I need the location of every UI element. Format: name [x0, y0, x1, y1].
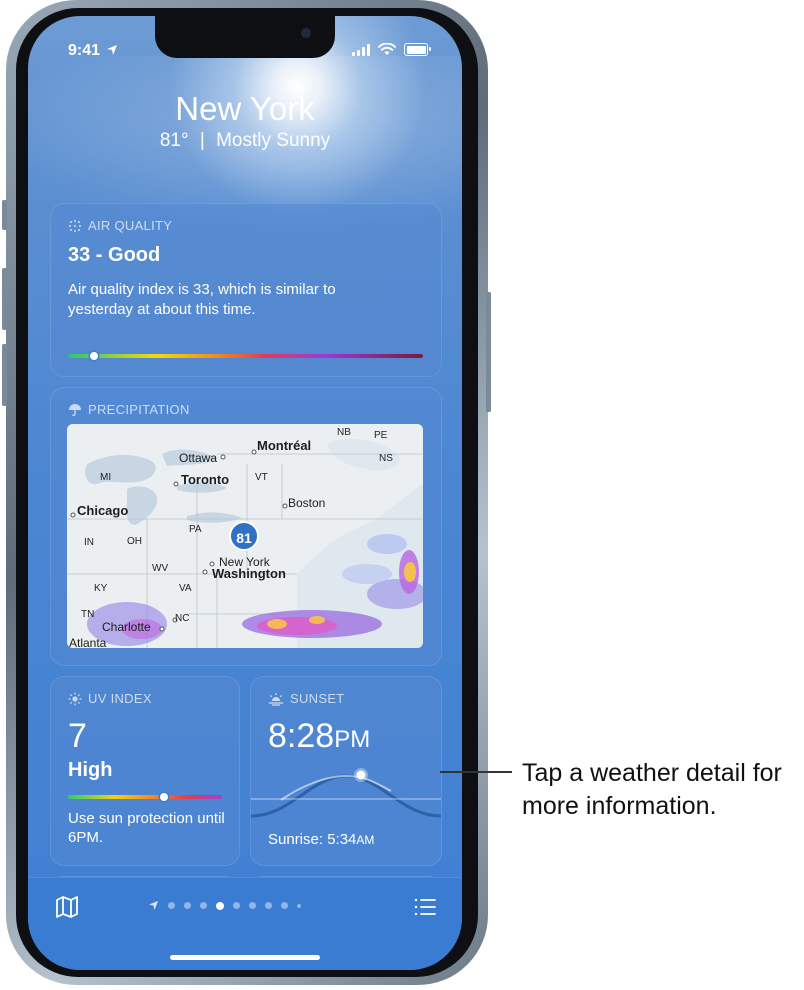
- sun-path-graph: [251, 768, 441, 818]
- map-label-montreal: Montréal: [257, 438, 312, 453]
- sunset-header: SUNSET: [268, 691, 345, 706]
- map-label-ns: NS: [379, 453, 393, 464]
- page-dot[interactable]: [200, 902, 207, 909]
- map-label-wv: WV: [152, 563, 169, 574]
- conditions-separator: |: [199, 130, 205, 151]
- page-dot[interactable]: [265, 902, 272, 909]
- sunset-icon: [269, 692, 283, 706]
- home-indicator[interactable]: [170, 955, 320, 960]
- page-dot[interactable]: [249, 902, 256, 909]
- bottom-toolbar: [28, 877, 462, 970]
- uv-index-value: 7: [68, 717, 87, 755]
- map-label-pa: PA: [189, 524, 202, 535]
- location-arrow-icon: [107, 45, 118, 55]
- status-time: 9:41: [68, 42, 118, 60]
- sunrise-meridiem: AM: [356, 833, 375, 847]
- current-conditions: 81° | Mostly Sunny: [28, 130, 462, 152]
- map-label-washington: Washington: [212, 566, 286, 581]
- air-quality-title: AIR QUALITY: [88, 218, 173, 233]
- page-dot[interactable]: [168, 902, 175, 909]
- air-quality-scale: [68, 352, 423, 360]
- map-label-vt: VT: [255, 472, 268, 483]
- air-quality-indicator: [90, 352, 98, 360]
- current-location-icon: [148, 900, 159, 911]
- sunset-meridiem: PM: [334, 726, 371, 753]
- page-dot[interactable]: [281, 902, 288, 909]
- notch: [155, 16, 335, 58]
- uv-index-description: Use sun protection until 6PM.: [68, 810, 225, 846]
- map-label-nc: NC: [175, 613, 190, 624]
- map-label-va: VA: [179, 583, 192, 594]
- city-name: New York: [175, 90, 315, 127]
- uv-index-level: High: [68, 759, 113, 781]
- map-label-ottawa: Ottawa: [179, 451, 218, 465]
- air-quality-icon: [69, 219, 81, 232]
- sunset-title: SUNSET: [290, 691, 345, 706]
- page-dot-active[interactable]: [216, 901, 224, 910]
- sunset-time-value: 8:28: [268, 717, 335, 755]
- precipitation-header: PRECIPITATION: [68, 402, 190, 417]
- uv-index-header: UV INDEX: [68, 691, 152, 706]
- sunrise-time: Sunrise: 5:34AM: [268, 831, 374, 848]
- map-label-in: IN: [84, 537, 94, 548]
- map-label-atlanta: Atlanta: [69, 636, 107, 648]
- map-label-chicago: Chicago: [77, 503, 129, 518]
- map-label-tn: TN: [81, 609, 95, 620]
- action-button: [2, 200, 7, 230]
- volume-up-button: [2, 268, 7, 330]
- sunrise-label: Sunrise: 5:34: [268, 831, 357, 848]
- precipitation-title: PRECIPITATION: [88, 402, 190, 417]
- map-label-boston: Boston: [288, 496, 326, 510]
- air-quality-value: 33 - Good: [68, 244, 161, 266]
- map-label-pe: PE: [374, 430, 388, 441]
- sunset-card[interactable]: SUNSET 8:28PM Sunrise: 5:34AM: [250, 676, 442, 866]
- air-quality-description: Air quality index is 33, which is simila…: [68, 281, 336, 318]
- precipitation-card[interactable]: PRECIPITATION Montréal Ottawa Toronto Bo…: [50, 387, 442, 666]
- map-label-ky: KY: [94, 583, 108, 594]
- sun-icon: [68, 692, 82, 705]
- callout-line: [440, 771, 512, 773]
- battery-icon: [404, 43, 431, 56]
- umbrella-icon: [69, 403, 81, 416]
- current-location-pin[interactable]: 81: [229, 521, 259, 551]
- weather-screen: 9:41 New York 81° | Mostly Sunny AIR QUA…: [28, 16, 462, 970]
- map-label-oh: OH: [127, 536, 142, 547]
- map-label-mi: MI: [100, 472, 112, 483]
- map-label-nb: NB: [337, 427, 351, 438]
- air-quality-card[interactable]: AIR QUALITY 33 - Good Air quality index …: [50, 203, 442, 377]
- volume-down-button: [2, 344, 7, 406]
- front-camera: [301, 28, 311, 38]
- status-icons: [352, 43, 431, 56]
- map-icon[interactable]: [54, 894, 80, 920]
- page-indicator[interactable]: [148, 900, 301, 911]
- list-icon[interactable]: [412, 894, 438, 920]
- map-label-toronto: Toronto: [181, 472, 230, 487]
- precipitation-map[interactable]: Montréal Ottawa Toronto Boston Chicago N…: [67, 424, 423, 648]
- side-button: [486, 292, 491, 412]
- uv-index-title: UV INDEX: [88, 691, 152, 706]
- uv-index-indicator: [160, 793, 168, 801]
- condition-text: Mostly Sunny: [216, 130, 331, 151]
- page-dot[interactable]: [297, 903, 301, 908]
- air-quality-header: AIR QUALITY: [68, 218, 172, 233]
- wifi-icon: [378, 43, 396, 55]
- callout-text: Tap a weather detail for more informatio…: [522, 759, 782, 820]
- cellular-signal-icon: [352, 43, 370, 56]
- uv-index-scale: [68, 793, 222, 801]
- sunset-time: 8:28PM: [268, 717, 370, 756]
- page-dot[interactable]: [233, 902, 240, 909]
- map-label-charlotte: Charlotte: [102, 620, 151, 634]
- uv-index-card[interactable]: UV INDEX 7 High Use sun protection until…: [50, 676, 240, 866]
- current-temperature: 81°: [159, 130, 189, 151]
- page-dot[interactable]: [184, 902, 191, 909]
